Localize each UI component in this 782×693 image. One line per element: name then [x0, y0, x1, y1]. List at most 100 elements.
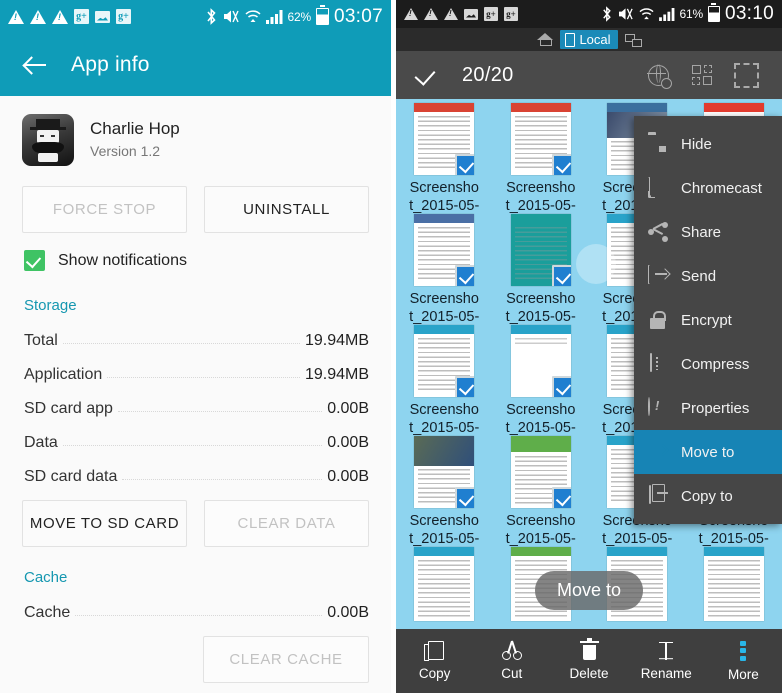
warning-triangle-icon	[404, 8, 418, 20]
file-checkbox[interactable]	[455, 154, 475, 176]
row-value: 0.00B	[327, 434, 369, 451]
file-checkbox[interactable]	[455, 487, 475, 509]
wifi-icon	[639, 7, 654, 21]
cache-buttons: CLEAR CACHE	[0, 630, 391, 683]
list-item[interactable]	[686, 547, 782, 628]
file-thumbnail	[510, 325, 571, 398]
warning-triangle-icon	[30, 9, 46, 24]
signal-icon	[265, 9, 283, 24]
wifi-icon	[245, 9, 261, 24]
page-title: App info	[71, 52, 150, 76]
menu-item-label: Move to	[681, 443, 735, 461]
menu-item-share[interactable]: Share	[634, 210, 782, 254]
list-item[interactable]: Screenshot_2015-05-	[396, 103, 493, 214]
file-checkbox[interactable]	[551, 376, 571, 398]
list-item[interactable]: Screenshot_2015-05-	[493, 103, 590, 214]
checkmark-icon[interactable]	[414, 62, 440, 88]
touch-ripple	[576, 244, 616, 284]
show-notifications-row[interactable]: Show notifications	[0, 233, 391, 275]
file-name: Screenshot_2015-05-	[505, 402, 576, 436]
more-button[interactable]: More	[705, 640, 782, 682]
row-dots	[62, 444, 323, 446]
menu-item-move-to[interactable]: Move to	[634, 430, 782, 474]
delete-button-label: Delete	[569, 665, 609, 681]
battery-icon	[315, 5, 329, 25]
list-item[interactable]: Screenshot_2015-05-	[396, 325, 493, 436]
warning-triangle-icon	[8, 9, 24, 24]
row-label: SD card app	[24, 400, 113, 417]
force-stop-button[interactable]: FORCE STOP	[22, 186, 187, 233]
clear-data-button[interactable]: CLEAR DATA	[204, 500, 369, 547]
back-arrow-icon[interactable]	[22, 52, 48, 78]
hide-folder-icon	[648, 134, 668, 154]
menu-item-chromecast[interactable]: Chromecast	[634, 166, 782, 210]
copy-button[interactable]: Copy	[396, 641, 473, 681]
signal-icon	[658, 7, 675, 21]
list-item[interactable]: Screenshot_2015-05-	[493, 436, 590, 547]
app-info-body: Charlie Hop Version 1.2 FORCE STOP UNINS…	[0, 96, 391, 683]
file-checkbox[interactable]	[455, 376, 475, 398]
table-row: Cache 0.00B	[24, 596, 369, 630]
app-version: Version 1.2	[90, 143, 161, 160]
list-item[interactable]: Screenshot_2015-05-	[396, 436, 493, 547]
app-header-row: Charlie Hop Version 1.2	[0, 96, 391, 176]
move-to-sd-card-button[interactable]: MOVE TO SD CARD	[22, 500, 187, 547]
menu-item-label: Chromecast	[681, 179, 762, 197]
select-items-icon[interactable]	[680, 58, 724, 92]
row-value: 0.00B	[327, 400, 369, 417]
row-dots	[107, 376, 300, 378]
row-value: 19.94MB	[304, 332, 369, 349]
table-row: Application 19.94MB	[24, 358, 369, 392]
file-checkbox[interactable]	[455, 265, 475, 287]
delete-button[interactable]: Delete	[550, 637, 627, 681]
menu-item-send[interactable]: Send	[634, 254, 782, 298]
right-status-bar: g+ g+ 61% 03:10	[396, 0, 782, 28]
menu-item-label: Compress	[681, 355, 750, 373]
google-plus-icon: g+	[484, 7, 498, 21]
clear-cache-button[interactable]: CLEAR CACHE	[203, 636, 369, 683]
info-icon	[648, 397, 668, 418]
select-all-icon[interactable]	[724, 58, 768, 92]
list-item[interactable]: Screenshot_2015-05-	[396, 214, 493, 325]
file-checkbox[interactable]	[551, 154, 571, 176]
tab-local[interactable]: Local	[560, 30, 618, 49]
globe-search-icon[interactable]	[636, 58, 680, 92]
list-item[interactable]: Screenshot_2015-05-	[493, 325, 590, 436]
menu-item-hide[interactable]: Hide	[634, 122, 782, 166]
row-dots	[75, 614, 323, 616]
battery-icon	[707, 3, 720, 22]
menu-item-properties[interactable]: Properties	[634, 386, 782, 430]
menu-item-encrypt[interactable]: Encrypt	[634, 298, 782, 342]
home-icon[interactable]	[537, 33, 554, 46]
clock-label: 03:10	[724, 3, 774, 24]
file-checkbox[interactable]	[551, 265, 571, 287]
cut-button-label: Cut	[501, 666, 523, 681]
file-name: Screenshot_2015-05-	[409, 291, 480, 325]
row-label: Application	[24, 366, 103, 383]
photo-icon	[95, 10, 110, 23]
google-plus-icon: g+	[116, 9, 131, 24]
file-thumbnail	[414, 547, 475, 621]
storage-buttons: MOVE TO SD CARD CLEAR DATA	[0, 494, 391, 547]
network-icon[interactable]	[624, 33, 642, 47]
file-checkbox[interactable]	[551, 487, 571, 509]
row-label: Cache	[24, 604, 71, 621]
menu-item-compress[interactable]: Compress	[634, 342, 782, 386]
uninstall-button[interactable]: UNINSTALL	[204, 186, 369, 233]
mute-icon	[618, 7, 634, 21]
list-item[interactable]	[396, 547, 493, 628]
more-button-label: More	[728, 666, 759, 682]
file-name: Screenshot_2015-05-	[505, 180, 576, 214]
more-dots-icon	[740, 640, 747, 661]
rename-button[interactable]: Rename	[628, 641, 705, 681]
list-item[interactable]: Screenshot_2015-05-	[493, 214, 590, 325]
row-value: 0.00B	[327, 604, 369, 621]
row-label: SD card data	[24, 468, 118, 485]
file-thumbnail	[510, 436, 571, 509]
menu-item-copy-to[interactable]: Copy to	[634, 474, 782, 518]
show-notifications-checkbox[interactable]	[24, 250, 45, 271]
cut-button[interactable]: Cut	[473, 640, 550, 681]
storage-location-tabs: Local	[396, 28, 782, 51]
row-label: Data	[24, 434, 58, 451]
